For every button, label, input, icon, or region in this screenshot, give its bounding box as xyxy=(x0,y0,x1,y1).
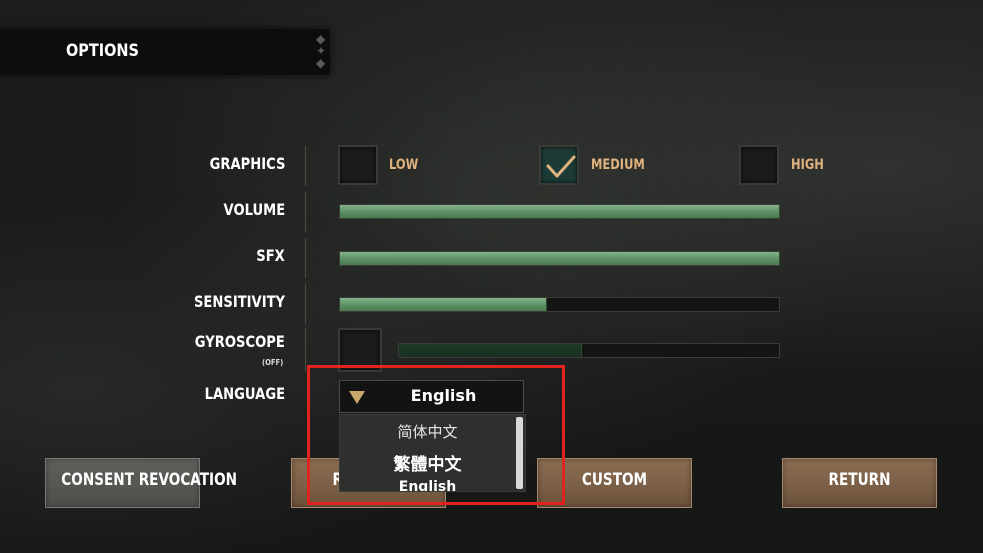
custom-button[interactable]: CUSTOM xyxy=(537,458,692,508)
consent-revocation-label: CONSENT REVOCATION xyxy=(61,470,238,490)
language-option-traditional-chinese[interactable]: 繁體中文 xyxy=(340,450,515,475)
graphics-low-label: LOW xyxy=(389,157,419,173)
graphics-high-label: HIGH xyxy=(791,157,824,173)
graphics-high-checkbox[interactable] xyxy=(739,145,779,185)
gyroscope-state: (OFF) xyxy=(262,358,284,367)
sensitivity-label: SENSITIVITY xyxy=(193,292,285,311)
divider xyxy=(305,192,306,232)
divider xyxy=(305,328,306,372)
gyroscope-checkbox[interactable] xyxy=(338,328,382,372)
graphics-medium-label: MEDIUM xyxy=(591,157,645,173)
language-dropdown[interactable]: English xyxy=(339,380,524,413)
divider xyxy=(305,238,306,278)
return-button-label: RETURN xyxy=(828,470,891,490)
sfx-slider-fill xyxy=(340,252,780,265)
graphics-label: GRAPHICS xyxy=(209,154,285,173)
volume-slider[interactable] xyxy=(339,204,780,219)
language-option-simplified-chinese[interactable]: 简体中文 xyxy=(340,421,515,442)
sfx-label: SFX xyxy=(256,246,285,265)
language-label: LANGUAGE xyxy=(204,384,285,403)
language-selected-value: English xyxy=(410,386,477,405)
gyroscope-slider[interactable] xyxy=(398,343,780,358)
language-dropdown-list[interactable]: 简体中文 繁體中文 English xyxy=(339,414,526,492)
return-button[interactable]: RETURN xyxy=(782,458,937,508)
language-option-english[interactable]: English xyxy=(340,479,515,491)
volume-slider-fill xyxy=(340,205,780,218)
divider xyxy=(305,284,306,324)
volume-label: VOLUME xyxy=(223,200,285,219)
consent-revocation-button[interactable]: CONSENT REVOCATION xyxy=(45,458,238,508)
graphics-low-checkbox[interactable] xyxy=(338,145,378,185)
gyroscope-label: GYROSCOPE xyxy=(194,332,285,351)
sfx-slider[interactable] xyxy=(339,251,780,266)
sensitivity-slider[interactable] xyxy=(339,297,780,312)
header-ornament-icon: ◆ ✦ ◆ xyxy=(316,32,327,70)
dropdown-scrollbar[interactable] xyxy=(516,417,523,489)
gyroscope-slider-fill xyxy=(399,344,583,357)
divider xyxy=(305,146,306,186)
custom-button-label: CUSTOM xyxy=(581,470,648,490)
check-icon xyxy=(546,155,576,178)
page-title: OPTIONS xyxy=(66,41,139,61)
sensitivity-slider-fill xyxy=(340,298,548,311)
graphics-medium-checkbox[interactable] xyxy=(539,145,579,185)
options-header: OPTIONS ◆ ✦ ◆ xyxy=(0,29,330,75)
